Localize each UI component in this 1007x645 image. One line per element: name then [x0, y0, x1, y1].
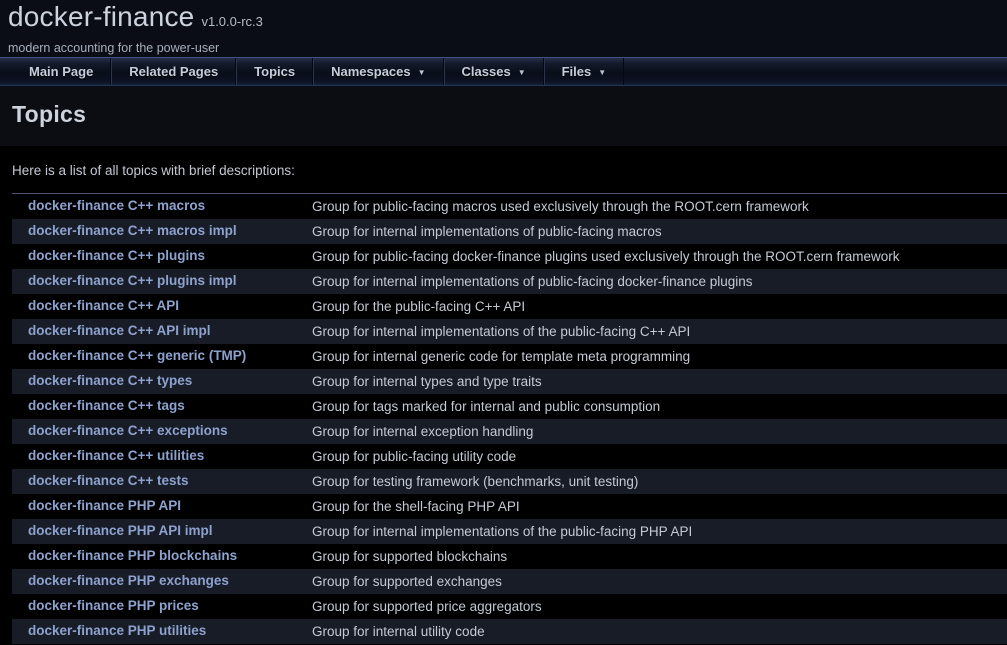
topic-description: Group for testing framework (benchmarks,… [311, 469, 1007, 494]
table-row: docker-finance PHP prices Group for supp… [12, 594, 1007, 619]
table-row: docker-finance C++ plugins Group for pub… [12, 244, 1007, 269]
table-row: docker-finance PHP exchanges Group for s… [12, 569, 1007, 594]
topic-description: Group for internal types and type traits [311, 369, 1007, 394]
topic-description: Group for public-facing macros used excl… [311, 194, 1007, 219]
topic-link[interactable]: docker-finance C++ API [28, 298, 179, 313]
topics-table: docker-finance C++ macros Group for publ… [12, 193, 1007, 644]
topic-link[interactable]: docker-finance PHP blockchains [28, 548, 237, 563]
topic-link[interactable]: docker-finance PHP API [28, 498, 181, 513]
nav-tab[interactable]: Namespaces ▼ [313, 58, 443, 85]
topic-link[interactable]: docker-finance C++ exceptions [28, 423, 228, 438]
table-row: docker-finance C++ tests Group for testi… [12, 469, 1007, 494]
topic-description: Group for internal implementations of pu… [311, 219, 1007, 244]
topic-link[interactable]: docker-finance PHP exchanges [28, 573, 229, 588]
table-row: docker-finance PHP API impl Group for in… [12, 519, 1007, 544]
nav-tab[interactable]: Topics [236, 58, 313, 85]
topic-link[interactable]: docker-finance C++ macros impl [28, 223, 237, 238]
topic-link[interactable]: docker-finance C++ utilities [28, 448, 204, 463]
nav-tab-label: Files [562, 64, 592, 79]
nav-tab-label: Namespaces [331, 64, 411, 79]
topic-description: Group for supported price aggregators [311, 594, 1007, 619]
nav-tab-label: Related Pages [129, 64, 218, 79]
project-brief: modern accounting for the power-user [8, 41, 1007, 55]
main-nav: Main Page Related Pages Topics Namespace… [0, 57, 1007, 86]
project-version: v1.0.0-rc.3 [201, 14, 262, 29]
topic-link[interactable]: docker-finance PHP prices [28, 598, 199, 613]
topic-description: Group for the public-facing C++ API [311, 294, 1007, 319]
topic-description: Group for internal generic code for temp… [311, 344, 1007, 369]
table-row: docker-finance PHP API Group for the she… [12, 494, 1007, 519]
topic-description: Group for internal exception handling [311, 419, 1007, 444]
contents: Here is a list of all topics with brief … [0, 146, 1007, 644]
page-title: Topics [12, 101, 1007, 128]
topic-description: Group for supported blockchains [311, 544, 1007, 569]
topic-link[interactable]: docker-finance C++ plugins impl [28, 273, 237, 288]
nav-tab-label: Classes [462, 64, 511, 79]
topic-link[interactable]: docker-finance C++ tags [28, 398, 185, 413]
topic-link[interactable]: docker-finance C++ types [28, 373, 192, 388]
topic-link[interactable]: docker-finance C++ macros [28, 198, 205, 213]
table-row: docker-finance C++ utilities Group for p… [12, 444, 1007, 469]
table-row: docker-finance C++ macros Group for publ… [12, 194, 1007, 219]
table-row: docker-finance C++ plugins impl Group fo… [12, 269, 1007, 294]
table-row: docker-finance PHP blockchains Group for… [12, 544, 1007, 569]
table-row: docker-finance C++ tags Group for tags m… [12, 394, 1007, 419]
topic-description: Group for tags marked for internal and p… [311, 394, 1007, 419]
table-row: docker-finance C++ generic (TMP) Group f… [12, 344, 1007, 369]
project-name: docker-finance [8, 1, 194, 32]
nav-tab[interactable]: Main Page [12, 58, 111, 85]
topic-description: Group for supported exchanges [311, 569, 1007, 594]
topic-description: Group for public-facing docker-finance p… [311, 244, 1007, 269]
topic-link[interactable]: docker-finance C++ API impl [28, 323, 211, 338]
topic-description: Group for internal implementations of th… [311, 319, 1007, 344]
topic-link[interactable]: docker-finance C++ generic (TMP) [28, 348, 246, 363]
topic-description: Group for public-facing utility code [311, 444, 1007, 469]
table-row: docker-finance C++ types Group for inter… [12, 369, 1007, 394]
topic-description: Group for the shell-facing PHP API [311, 494, 1007, 519]
topic-description: Group for internal implementations of th… [311, 519, 1007, 544]
intro-text: Here is a list of all topics with brief … [0, 146, 1007, 193]
chevron-down-icon: ▼ [418, 68, 426, 77]
nav-tab-label: Main Page [29, 64, 93, 79]
table-row: docker-finance C++ API impl Group for in… [12, 319, 1007, 344]
nav-tab[interactable]: Files ▼ [544, 58, 625, 85]
nav-tab[interactable]: Related Pages [111, 58, 236, 85]
table-row: docker-finance C++ API Group for the pub… [12, 294, 1007, 319]
topic-description: Group for internal utility code [311, 619, 1007, 644]
topic-description: Group for internal implementations of pu… [311, 269, 1007, 294]
topic-link[interactable]: docker-finance C++ tests [28, 473, 189, 488]
topic-link[interactable]: docker-finance PHP utilities [28, 623, 206, 638]
table-row: docker-finance PHP utilities Group for i… [12, 619, 1007, 644]
table-row: docker-finance C++ macros impl Group for… [12, 219, 1007, 244]
topic-link[interactable]: docker-finance PHP API impl [28, 523, 213, 538]
chevron-down-icon: ▼ [518, 68, 526, 77]
topic-link[interactable]: docker-finance C++ plugins [28, 248, 205, 263]
title-area: docker-finance v1.0.0-rc.3 modern account… [0, 0, 1007, 57]
nav-tab-label: Topics [254, 64, 295, 79]
chevron-down-icon: ▼ [598, 68, 606, 77]
nav-tab[interactable]: Classes ▼ [444, 58, 544, 85]
page-header: Topics [0, 86, 1007, 146]
table-row: docker-finance C++ exceptions Group for … [12, 419, 1007, 444]
